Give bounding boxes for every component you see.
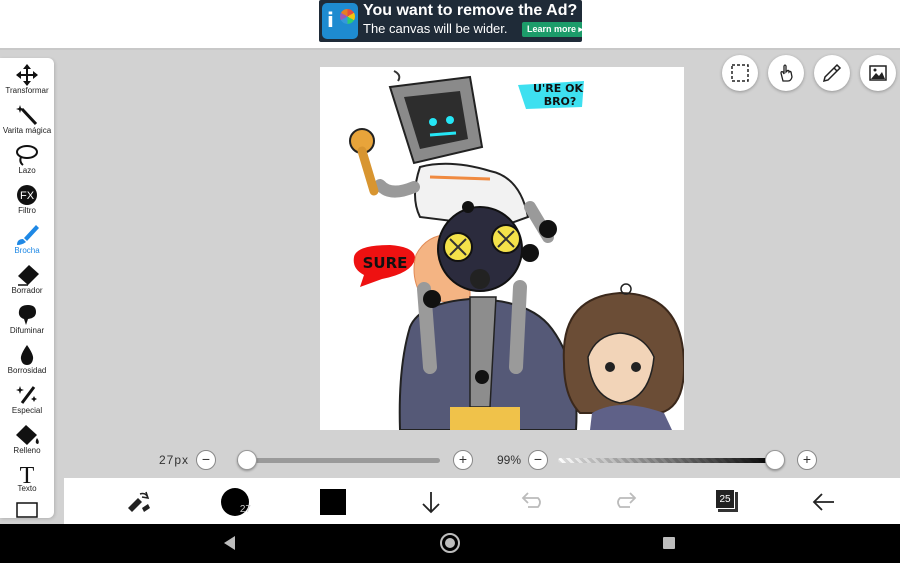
android-nav-bar	[0, 524, 900, 563]
color-swatch-button[interactable]	[320, 489, 346, 515]
bubble-top-text: U'RE OK	[533, 82, 583, 95]
tool-label: Filtro	[18, 206, 36, 215]
reference-image-button[interactable]	[860, 55, 896, 91]
brush-size-badge: 27	[239, 504, 251, 515]
swap-brush-eraser-icon[interactable]	[124, 488, 152, 516]
nav-recents-icon[interactable]	[663, 537, 675, 549]
tool-filter[interactable]: FX Filtro	[0, 180, 54, 220]
tool-transform[interactable]: Transformar	[0, 60, 54, 100]
eraser-icon	[18, 265, 39, 286]
tool-label: Transformar	[5, 86, 49, 95]
smudge-icon	[18, 305, 36, 325]
size-slider-knob[interactable]	[237, 450, 258, 470]
tool-label: Texto	[17, 484, 37, 493]
fx-icon: FX	[17, 185, 37, 205]
tool-text[interactable]: T Texto	[0, 458, 54, 498]
special-sparkle-icon	[16, 386, 37, 404]
lasso-icon	[16, 145, 38, 166]
size-slider-track[interactable]	[237, 458, 440, 463]
frame-divider-icon	[16, 502, 38, 518]
tool-label: Varita mágica	[2, 126, 52, 135]
opacity-label: 99%	[497, 453, 522, 467]
pencil-ruler-icon	[822, 63, 842, 83]
ad-banner[interactable]: i You want to remove the Ad? The canvas …	[319, 0, 582, 42]
size-minus-button[interactable]: −	[196, 450, 216, 470]
tool-frame[interactable]	[0, 498, 54, 518]
layers-button[interactable]: 25	[715, 489, 739, 513]
arrow-down-icon[interactable]	[417, 488, 445, 516]
hand-button[interactable]	[768, 55, 804, 91]
opacity-slider-knob[interactable]	[764, 450, 785, 470]
selection-button[interactable]	[722, 55, 758, 91]
opacity-slider-track[interactable]	[558, 458, 777, 463]
tool-brush[interactable]: Brocha	[0, 220, 54, 260]
tool-blur[interactable]: Borrosidad	[0, 340, 54, 380]
ad-title: You want to remove the Ad?	[363, 2, 578, 19]
magic-wand-icon	[16, 105, 38, 126]
fill-bucket-icon	[16, 425, 39, 445]
top-divider	[0, 48, 900, 50]
tool-smudge[interactable]: Difuminar	[0, 300, 54, 340]
brush-size-label: 27px	[159, 453, 190, 467]
tool-label: Especial	[11, 406, 43, 415]
tool-label: Brocha	[14, 246, 40, 255]
blur-drop-icon	[20, 345, 34, 365]
hand-pointer-icon	[780, 64, 793, 82]
tool-label: Lazo	[18, 166, 36, 175]
tool-label: Borrosidad	[7, 366, 47, 375]
redo-icon[interactable]	[614, 488, 642, 516]
canvas-artwork: U'RE OK BRO? SURE	[349, 70, 684, 430]
back-arrow-icon[interactable]	[810, 488, 838, 516]
ad-subtitle: The canvas will be wider.	[363, 21, 508, 36]
fx-icon-text: FX	[20, 190, 35, 202]
stabilizer-button[interactable]	[814, 55, 850, 91]
ibis-paint-logo-icon: i	[322, 3, 358, 39]
image-icon	[869, 65, 887, 81]
opacity-plus-button[interactable]: +	[797, 450, 817, 470]
brush-icon	[17, 225, 39, 245]
bottom-toolbar: 27 25	[64, 478, 900, 524]
tool-fill[interactable]: Relleno	[0, 420, 54, 460]
ad-learn-more-button[interactable]: Learn more ▸	[522, 22, 582, 37]
tool-palette: Transformar Varita mágica Lazo FX Filtro…	[0, 58, 54, 518]
nav-back-icon[interactable]	[224, 536, 235, 550]
size-plus-button[interactable]: +	[453, 450, 473, 470]
nav-home-icon[interactable]	[440, 533, 460, 553]
text-icon-glyph: T	[20, 463, 35, 484]
undo-icon[interactable]	[516, 488, 544, 516]
move-arrows-icon	[16, 64, 38, 86]
tool-label: Borrador	[11, 286, 43, 295]
layers-count: 25	[715, 489, 735, 509]
text-icon: T	[20, 463, 35, 484]
dashed-rect-selection-icon	[731, 64, 749, 82]
drawing-canvas[interactable]: U'RE OK BRO? SURE	[320, 67, 684, 430]
tool-magic-wand[interactable]: Varita mágica	[0, 100, 54, 140]
bubble-top-text-2: BRO?	[544, 95, 577, 108]
tool-label: Difuminar	[9, 326, 45, 335]
tool-eraser[interactable]: Borrador	[0, 260, 54, 300]
opacity-minus-button[interactable]: −	[528, 450, 548, 470]
tool-special[interactable]: Especial	[0, 380, 54, 420]
brush-preview-button[interactable]: 27	[221, 488, 251, 516]
tool-lasso[interactable]: Lazo	[0, 140, 54, 180]
bubble-left-text: SURE	[363, 254, 408, 272]
tool-label: Relleno	[13, 446, 41, 455]
